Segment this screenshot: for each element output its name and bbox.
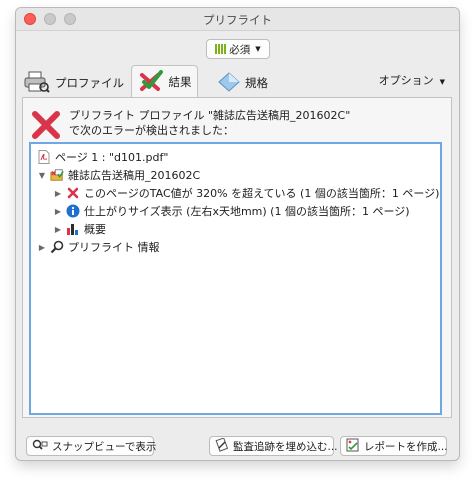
requirement-label: 必須 (229, 43, 251, 56)
snap-view-button[interactable]: スナップビューで表示 (26, 436, 157, 456)
embed-audit-trail-label: 監査追跡を埋め込む... (233, 440, 338, 453)
tree-page-label: ページ 1 : "d101.pdf" (55, 151, 169, 164)
preflight-window: プリフライト 必須 ▼ プロファイル 結果 規格 オプション ▼ プリフライト … (16, 8, 459, 460)
report-icon (346, 438, 360, 455)
bar-chart-icon (66, 222, 80, 236)
magnifier-icon (50, 240, 64, 254)
bars-icon (215, 44, 227, 54)
tab-profile-label: プロファイル (55, 76, 124, 90)
tree-row-profile[interactable]: ▼ 雑誌広告送稿用_201602C (37, 166, 200, 184)
check-x-icon (138, 69, 164, 96)
create-report-button[interactable]: レポートを作成... (340, 436, 448, 456)
tab-profile[interactable]: プロファイル (24, 68, 124, 98)
snap-magnifier-icon (32, 439, 48, 454)
results-tree[interactable]: ページ 1 : "d101.pdf" ▼ 雑誌広告送稿用_201602C ▶ こ… (29, 142, 442, 415)
tree-tac-label: このページのTAC値が 320% を超えている (1 個の該当箇所：1 ページ) (84, 187, 440, 200)
tree-row-tac[interactable]: ▶ このページのTAC値が 320% を超えている (1 個の該当箇所：1 ペー… (53, 184, 439, 202)
options-menu[interactable]: オプション ▼ (379, 72, 445, 88)
tree-preflight-info-label: プリフライト 情報 (68, 241, 160, 254)
disclosure-collapsed-icon[interactable]: ▶ (37, 243, 47, 252)
disclosure-collapsed-icon[interactable]: ▶ (53, 207, 63, 216)
window-title: プリフライト (203, 13, 272, 27)
error-x-icon (31, 110, 61, 140)
error-x-icon (66, 186, 80, 200)
options-label: オプション (378, 74, 434, 87)
tab-standards-label: 規格 (245, 76, 268, 90)
info-icon (66, 204, 80, 218)
chevron-down-icon: ▼ (439, 78, 445, 86)
tree-overview-label: 概要 (84, 223, 106, 236)
error-header: プリフライト プロファイル "雑誌広告送稿用_201602C" で次のエラーが検… (31, 106, 350, 140)
error-message: プリフライト プロファイル "雑誌広告送稿用_201602C" で次のエラーが検… (69, 108, 350, 140)
audit-trail-icon (215, 436, 229, 455)
chevron-down-icon: ▼ (255, 45, 261, 53)
disclosure-collapsed-icon[interactable]: ▶ (53, 189, 63, 198)
tree-size-label: 仕上がりサイズ表示 (左右x天地mm) (1 個の該当箇所：1 ページ) (84, 205, 410, 218)
tree-row-overview[interactable]: ▶ 概要 (53, 220, 106, 238)
title-bar: プリフライト (16, 8, 459, 31)
tree-row-size[interactable]: ▶ 仕上がりサイズ表示 (左右x天地mm) (1 個の該当箇所：1 ページ) (53, 202, 410, 220)
tab-results[interactable]: 結果 (131, 65, 198, 98)
error-line-2: で次のエラーが検出されました： (69, 124, 234, 137)
disclosure-collapsed-icon[interactable]: ▶ (53, 225, 63, 234)
pdf-icon (37, 150, 51, 164)
tree-profile-label: 雑誌広告送稿用_201602C (68, 169, 201, 182)
disclosure-expanded-icon[interactable]: ▼ (37, 171, 47, 180)
snap-view-label: スナップビューで表示 (52, 440, 157, 453)
error-line-1: プリフライト プロファイル "雑誌広告送稿用_201602C" (69, 109, 351, 122)
printer-icon (24, 71, 50, 96)
diamond-icon (218, 71, 240, 95)
tab-results-label: 結果 (168, 75, 192, 89)
results-panel: プリフライト プロファイル "雑誌広告送稿用_201602C" で次のエラーが検… (22, 97, 452, 418)
tab-standards[interactable]: 規格 (218, 68, 268, 98)
profile-folder-icon (50, 168, 64, 182)
create-report-label: レポートを作成... (364, 440, 448, 453)
requirement-popup[interactable]: 必須 ▼ (206, 39, 270, 59)
embed-audit-trail-button[interactable]: 監査追跡を埋め込む... (209, 436, 338, 456)
tree-row-page[interactable]: ページ 1 : "d101.pdf" (37, 148, 168, 166)
tree-row-preflight-info[interactable]: ▶ プリフライト 情報 (37, 238, 160, 256)
